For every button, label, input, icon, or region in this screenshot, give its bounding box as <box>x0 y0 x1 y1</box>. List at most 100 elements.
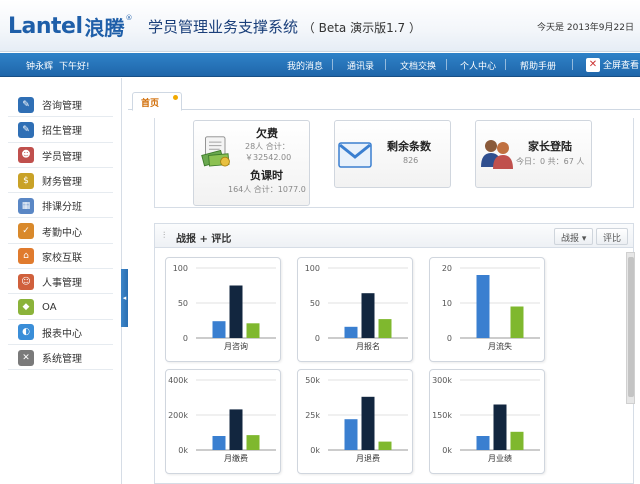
vertical-scrollbar[interactable] <box>626 252 635 404</box>
x-axis-label: 月退费 <box>356 453 380 463</box>
nav-my-messages[interactable]: 我的消息 <box>287 59 323 72</box>
sidebar-item-0[interactable]: ✎ 咨询管理 <box>0 92 121 118</box>
y-tick-label: 50 <box>178 299 188 308</box>
greeting-text: 下午好! <box>59 62 90 72</box>
nav-contacts[interactable]: 通讯录 <box>347 59 374 72</box>
y-tick-label: 10 <box>442 299 452 308</box>
parent-login-card[interactable]: 家长登陆 今日：0 共：67 人 <box>475 120 592 188</box>
fullscreen-button[interactable]: ✕ 全屏查看 <box>586 56 640 73</box>
sliders-icon: ⫶ <box>163 231 166 241</box>
y-tick-label: 300k <box>432 376 452 385</box>
today-date: 今天是 2013年9月22日 <box>537 23 634 33</box>
compare-button[interactable]: 评比 <box>596 228 629 245</box>
nav-documents[interactable]: 文档交换 <box>400 59 436 72</box>
oa-icon: ◆ <box>18 299 34 316</box>
sidebar-item-label: 人事管理 <box>42 278 82 290</box>
sidebar-collapse-handle[interactable]: ◂ <box>121 269 128 327</box>
sidebar-item-5[interactable]: ✓ 考勤中心 <box>0 218 121 245</box>
bar-A <box>344 326 358 338</box>
sidebar-item-9[interactable]: ◐ 报表中心 <box>0 320 121 346</box>
chart-svg: 0k 150k 300k 月业绩 <box>432 376 540 463</box>
chart-1: 0 50 100 月报名 <box>297 257 413 362</box>
sidebar-item-label: 家校互联 <box>42 252 82 264</box>
y-tick-label: 200k <box>168 411 188 420</box>
bar-C <box>510 306 524 338</box>
negative-hours-total: 164人 合计：1077.0 <box>228 185 306 194</box>
report-icon: ◐ <box>18 324 34 341</box>
arrears-card[interactable]: 欠费 28人 合计： ￥32542.00 负课时 164人 合计：1077.0 <box>193 120 310 206</box>
bar-C <box>378 441 392 450</box>
sidebar-item-4[interactable]: ▦ 排课分班 <box>0 193 121 219</box>
report-title: 战报 + 评比 <box>176 234 232 245</box>
sms-remaining-count: 826 <box>403 156 419 165</box>
x-axis-label: 月流失 <box>488 341 512 351</box>
bar-A <box>476 275 490 338</box>
nav-separator <box>446 59 447 70</box>
nav-personal-center[interactable]: 个人中心 <box>460 59 496 72</box>
y-tick-label: 20 <box>442 264 452 273</box>
bar-A <box>476 436 490 450</box>
y-tick-label: 400k <box>168 376 188 385</box>
tab-bar: 首页 <box>128 88 640 111</box>
mail-icon <box>338 142 372 168</box>
app-title-text: 学员管理业务支撑系统 <box>148 18 299 36</box>
chevron-down-icon: ▾ <box>581 234 587 244</box>
chart-svg: 0 10 20 月流失 <box>442 264 540 351</box>
main-content: 首页 欠费 28人 合计： ￥32542.00 负课时 164人 合计：1077… <box>128 78 640 484</box>
app-title: 学员管理业务支撑系统 （ Beta 演示版1.7 ） <box>148 16 421 37</box>
bar-C <box>378 319 392 338</box>
parent-login-title: 家长登陆 <box>528 140 572 153</box>
sidebar-item-label: 报表中心 <box>42 328 82 340</box>
sidebar-item-label: 学员管理 <box>42 151 82 163</box>
sidebar-item-label: 招生管理 <box>42 126 82 138</box>
fullscreen-icon: ✕ <box>586 57 600 72</box>
chart-svg: 0k 200k 400k 月缴费 <box>168 376 276 463</box>
arrears-title: 欠费 <box>256 127 278 140</box>
bar-C <box>246 435 260 450</box>
y-tick-label: 0k <box>310 446 320 455</box>
sidebar-item-7[interactable]: ☺ 人事管理 <box>0 269 121 295</box>
fullscreen-label: 全屏查看 <box>603 61 640 71</box>
bar-B <box>361 396 375 450</box>
sidebar-item-1[interactable]: ✎ 招生管理 <box>0 117 121 143</box>
sidebar-item-2[interactable]: ☻ 学员管理 <box>0 143 121 169</box>
bar-A <box>212 321 226 338</box>
sidebar-item-10[interactable]: ✕ 系统管理 <box>0 345 121 371</box>
y-tick-label: 0k <box>178 446 188 455</box>
sidebar-item-6[interactable]: ⌂ 家校互联 <box>0 244 121 270</box>
x-axis-label: 月业绩 <box>488 453 512 463</box>
tab-home-label: 首页 <box>141 99 160 109</box>
nav-help[interactable]: 帮助手册 <box>520 59 556 72</box>
sidebar-item-label: 系统管理 <box>42 354 82 366</box>
chart-svg: 0k 25k 50k 月退费 <box>305 376 408 463</box>
chart-3: 0k 200k 400k 月缴费 <box>165 369 281 474</box>
pencil-icon: ✎ <box>18 121 34 138</box>
clipboard-icon: ✓ <box>18 223 34 240</box>
x-axis-label: 月缴费 <box>224 453 248 463</box>
y-tick-label: 0 <box>315 334 320 343</box>
person-icon: ☺ <box>18 273 34 290</box>
app-version: （ Beta 演示版1.7 ） <box>302 21 421 35</box>
scrollbar-thumb[interactable] <box>628 257 634 397</box>
money-icon <box>201 136 230 167</box>
schedule-icon: ▦ <box>18 197 34 214</box>
nav-separator <box>572 59 573 70</box>
parents-icon <box>481 140 513 169</box>
bar-B <box>361 293 375 338</box>
app-header: Lantel 浪腾 ® 学员管理业务支撑系统 （ Beta 演示版1.7 ） 今… <box>0 0 640 52</box>
logo-cn: 浪腾 <box>84 15 125 40</box>
logo: Lantel 浪腾 ® <box>8 11 133 41</box>
y-tick-label: 0 <box>183 334 188 343</box>
nav-separator <box>332 59 333 70</box>
chart-svg: 0 50 100 月咨询 <box>173 264 276 351</box>
report-button-label: 战报 <box>561 234 580 244</box>
bar-C <box>510 431 524 450</box>
sms-remaining-card[interactable]: 剩余条数 826 <box>334 120 451 188</box>
sidebar-item-3[interactable]: $ 财务管理 <box>0 168 121 194</box>
report-dropdown-button[interactable]: 战报 ▾ <box>554 228 594 245</box>
y-tick-label: 50k <box>305 376 320 385</box>
sidebar-item-8[interactable]: ◆ OA <box>0 294 121 320</box>
y-tick-label: 100 <box>173 264 188 273</box>
tab-home[interactable]: 首页 <box>132 92 182 111</box>
report-header: ⫶ 战报 + 评比 战报 ▾ 评比 <box>155 224 633 248</box>
